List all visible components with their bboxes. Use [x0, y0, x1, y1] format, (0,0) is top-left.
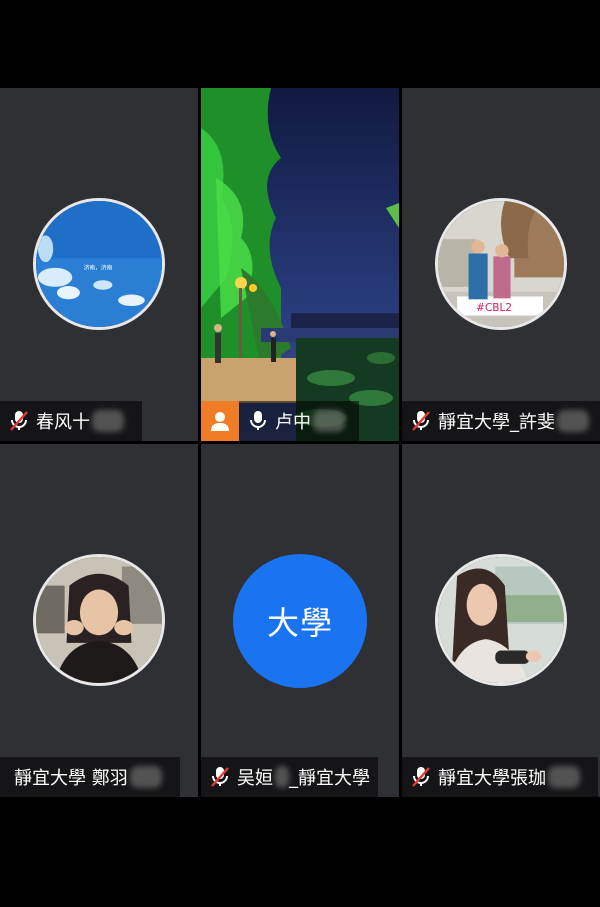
svg-text:#CBL2: #CBL2	[476, 302, 512, 314]
participant-name: 靜宜大學 鄭羽	[14, 768, 128, 789]
redaction-blur	[129, 766, 162, 788]
redaction-blur	[548, 766, 580, 788]
redaction-blur	[275, 766, 289, 788]
participant-avatar: 济南，济南	[33, 198, 165, 330]
svg-text:济南，济南: 济南，济南	[84, 264, 113, 272]
person-icon	[201, 401, 239, 441]
participant-label: 卢中	[201, 401, 359, 441]
night-park-video-icon	[201, 88, 399, 441]
participant-avatar	[435, 554, 567, 686]
participant-tile-active[interactable]: 卢中	[201, 88, 399, 441]
participant-label: 靜宜大學_許斐	[402, 401, 600, 441]
initials-avatar: 大學	[233, 554, 367, 688]
participant-name: 靜宜大學張珈	[438, 768, 546, 789]
participant-grid: 济南，济南 春风十 卢中 #CBL2 靜宜大學_許斐 靜宜大學 鄭羽 大學 吴姮…	[0, 88, 600, 798]
participant-label: 春风十	[0, 401, 142, 441]
participant-tile[interactable]: 大學 吴姮 _靜宜大學	[201, 444, 399, 797]
girl-photo-icon	[438, 557, 564, 683]
participant-name: 吴姮	[237, 768, 273, 789]
participant-avatar	[33, 554, 165, 686]
mic-muted-icon	[6, 408, 32, 434]
participant-tile[interactable]: 靜宜大學張珈	[402, 444, 600, 797]
mic-muted-icon	[408, 764, 434, 790]
participant-name-suffix: _靜宜大學	[289, 768, 370, 789]
participant-name: 靜宜大學_許斐	[438, 412, 555, 433]
sky-photo-icon: 济南，济南	[36, 201, 162, 327]
participant-name: 春风十	[36, 412, 90, 433]
mic-on-icon	[245, 408, 271, 434]
participant-avatar: #CBL2	[435, 198, 567, 330]
redaction-blur	[557, 410, 589, 432]
participant-tile[interactable]: 靜宜大學 鄭羽	[0, 444, 198, 797]
woman-photo-icon	[36, 557, 162, 683]
redaction-blur	[92, 410, 124, 432]
participant-label: 吴姮 _靜宜大學	[201, 757, 378, 797]
mic-muted-icon	[408, 408, 434, 434]
participant-label: 靜宜大學張珈	[402, 757, 598, 797]
participant-tile[interactable]: #CBL2 靜宜大學_許斐	[402, 88, 600, 441]
participant-label: 靜宜大學 鄭羽	[0, 757, 180, 797]
couple-photo-icon: #CBL2	[438, 201, 564, 327]
participant-video	[201, 88, 399, 441]
participant-tile[interactable]: 济南，济南 春风十	[0, 88, 198, 441]
mic-muted-icon	[207, 764, 233, 790]
redaction-blur	[313, 410, 345, 432]
participant-name: 卢中	[275, 412, 311, 433]
